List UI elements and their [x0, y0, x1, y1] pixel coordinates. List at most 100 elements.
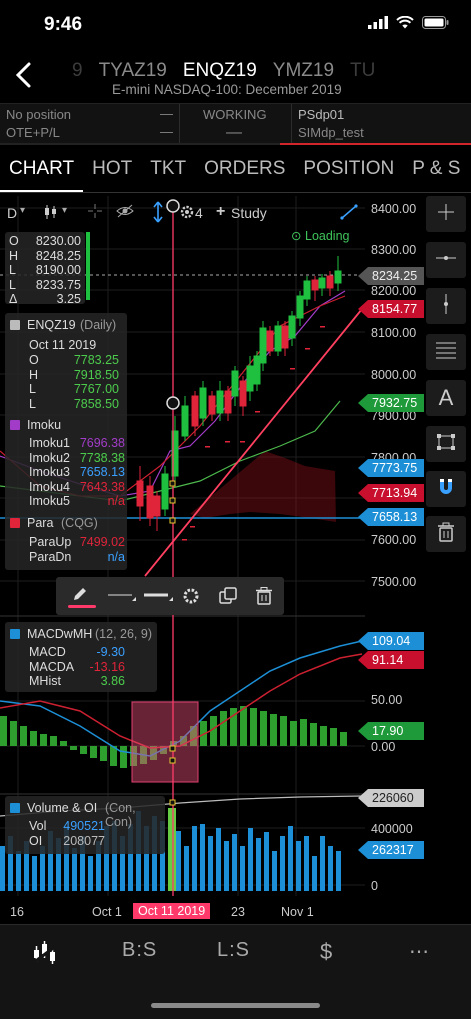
imoku-red-price-tag: 7713.94 — [358, 484, 424, 502]
battery-icon — [422, 16, 449, 34]
add-study-icon[interactable]: + — [216, 203, 225, 221]
volume-legend[interactable]: Volume & OI (Con, Con) Vol 490521 OI 20807… — [5, 796, 165, 854]
draw-settings-gear-icon[interactable] — [182, 587, 200, 610]
fib-tool-button[interactable] — [426, 334, 466, 370]
text-tool-button[interactable]: A — [426, 380, 466, 416]
interval-selector[interactable]: D — [7, 205, 17, 221]
para-price-tag: 8154.77 — [358, 300, 424, 318]
ohlc-row: Δ 3.25 — [9, 292, 81, 307]
status-bar: 9:46 — [0, 0, 471, 50]
vertical-line-icon — [440, 293, 452, 320]
duplicate-icon[interactable] — [219, 587, 237, 610]
position-label: No position — [6, 107, 72, 122]
price-axis-label: 8000.00 — [371, 368, 417, 382]
macda-value-tag: 91.14 — [358, 651, 424, 669]
delete-all-drawings-button[interactable] — [426, 516, 466, 552]
macd-title: MACDwMH — [27, 627, 93, 641]
divider — [179, 104, 180, 144]
crosshair-tool-button[interactable] — [426, 196, 466, 232]
tab-ps[interactable]: P & S — [403, 150, 469, 192]
rectangle-tool-button[interactable] — [426, 426, 466, 462]
symbol-ymz19[interactable]: YMZ19 — [273, 60, 334, 84]
macd-axis-label: 0.00 — [371, 740, 396, 754]
tab-position[interactable]: POSITION — [294, 150, 403, 192]
drawing-toolbar — [56, 577, 284, 615]
symbol-prev-partial[interactable]: 9 — [72, 60, 83, 84]
open-interest-tag: 226060 — [358, 789, 424, 807]
ote-value: — — [160, 124, 173, 139]
price-axis-label: 7600.00 — [371, 533, 417, 547]
tab-tkt[interactable]: TKT — [141, 150, 195, 192]
crosshair-date-label: Oct 11 2019 — [133, 903, 211, 919]
loading-label: Loading — [305, 229, 350, 243]
crosshair-handle — [166, 396, 180, 410]
pencil-icon[interactable] — [72, 586, 88, 607]
drawing-tools-sidebar: A — [426, 196, 466, 556]
back-icon[interactable] — [10, 58, 36, 92]
price-axis-label: 8100.00 — [371, 326, 417, 340]
ohlc-row: L 8190.00 — [9, 263, 81, 278]
draw-line-icon[interactable] — [340, 204, 358, 223]
para-color-swatch — [10, 518, 20, 528]
volume-title: Volume & OI — [27, 801, 98, 815]
tab-chart[interactable]: CHART — [0, 150, 84, 192]
ohlc-row: H 8248.25 — [9, 248, 81, 263]
para-values: ParaUp 7499.02 ParaDn n/a — [29, 535, 125, 564]
signal-icon — [368, 16, 388, 34]
nav-bs[interactable]: B:S — [122, 939, 157, 962]
time-axis-label: 16 — [10, 905, 24, 919]
horizontal-line-tool-button[interactable] — [426, 242, 466, 278]
account-mode: SIMdp_test — [298, 125, 364, 140]
symbol-strip[interactable]: 9 TYAZ19 ENQZ19 YMZ19 TU — [72, 60, 402, 84]
symbol-enqz19[interactable]: ENQZ19 — [183, 60, 257, 84]
ohlc-row: O 8230.00 — [9, 234, 81, 248]
price-axis-label: 8300.00 — [371, 243, 417, 257]
macd-legend[interactable]: MACDwMH (12, 26, 9) MACD -9.30 MACDA -13.1… — [5, 622, 157, 692]
crosshair-tool-icon — [436, 202, 456, 227]
tab-hot[interactable]: HOT — [83, 150, 141, 192]
working-value: — — [226, 124, 242, 141]
delete-drawing-icon[interactable] — [256, 587, 272, 610]
magnet-icon — [437, 477, 455, 502]
price-axis-label: 8400.00 — [371, 202, 417, 216]
hide-icon[interactable] — [116, 203, 134, 222]
imoku-cloud — [190, 451, 336, 522]
vertical-line-tool-button[interactable] — [426, 288, 466, 324]
study-button-label[interactable]: Study — [231, 205, 267, 221]
ohlc-range-bar — [86, 232, 90, 300]
position-bar[interactable]: No position — OTE+P/L — WORKING — PSdp01… — [0, 103, 471, 144]
series-date: Oct 11 2019 — [29, 338, 97, 352]
studies-legend[interactable]: ENQZ19 (Daily) Oct 11 2019 O 7783.25 H 791… — [5, 313, 127, 570]
macd-highlight — [131, 701, 199, 783]
draw-color-indicator — [68, 605, 96, 608]
price-axis-label: 7500.00 — [371, 575, 417, 589]
symbol-next-partial[interactable]: TU — [350, 60, 375, 84]
candle-type-icon[interactable] — [43, 204, 59, 223]
home-indicator — [151, 1003, 320, 1008]
nav-chart-logo-icon[interactable] — [32, 941, 61, 970]
macd-hist-tag: 17.90 — [358, 722, 424, 740]
line-thick-icon[interactable] — [142, 587, 174, 608]
settings-gear-icon[interactable] — [179, 204, 195, 223]
macd-values: MACD -9.30 MACDA -13.16 MHist 3.86 — [29, 645, 125, 689]
vertical-scale-icon[interactable] — [152, 201, 164, 226]
nav-ls[interactable]: L:S — [217, 939, 250, 962]
position-status-line-red — [280, 143, 471, 145]
chart-type-dropdown-icon[interactable]: ▾ — [62, 205, 67, 216]
series-ohlc: O 7783.25 H 7918.50 L 7767.00 L 7858.50 — [29, 353, 119, 411]
volume-values: Vol 490521 OI 208077 — [29, 819, 105, 848]
volume-color-swatch — [10, 803, 20, 813]
volume-axis-label: 0 — [371, 879, 378, 893]
magnet-tool-button[interactable] — [426, 471, 466, 507]
study-count: 4 — [195, 205, 203, 221]
tab-orders[interactable]: ORDERS — [195, 150, 294, 192]
nav-dollar[interactable]: $ — [320, 939, 333, 965]
interval-dropdown-icon[interactable]: ▾ — [20, 205, 25, 216]
para-title: Para — [27, 516, 54, 530]
selected-volume-bar — [168, 808, 176, 891]
nav-more[interactable]: ⋯ — [409, 939, 430, 964]
time-axis-label: 23 — [231, 905, 245, 919]
line-thin-icon[interactable] — [106, 587, 136, 608]
symbol-tyaz19[interactable]: TYAZ19 — [99, 60, 167, 84]
crosshair-icon[interactable] — [87, 203, 103, 222]
